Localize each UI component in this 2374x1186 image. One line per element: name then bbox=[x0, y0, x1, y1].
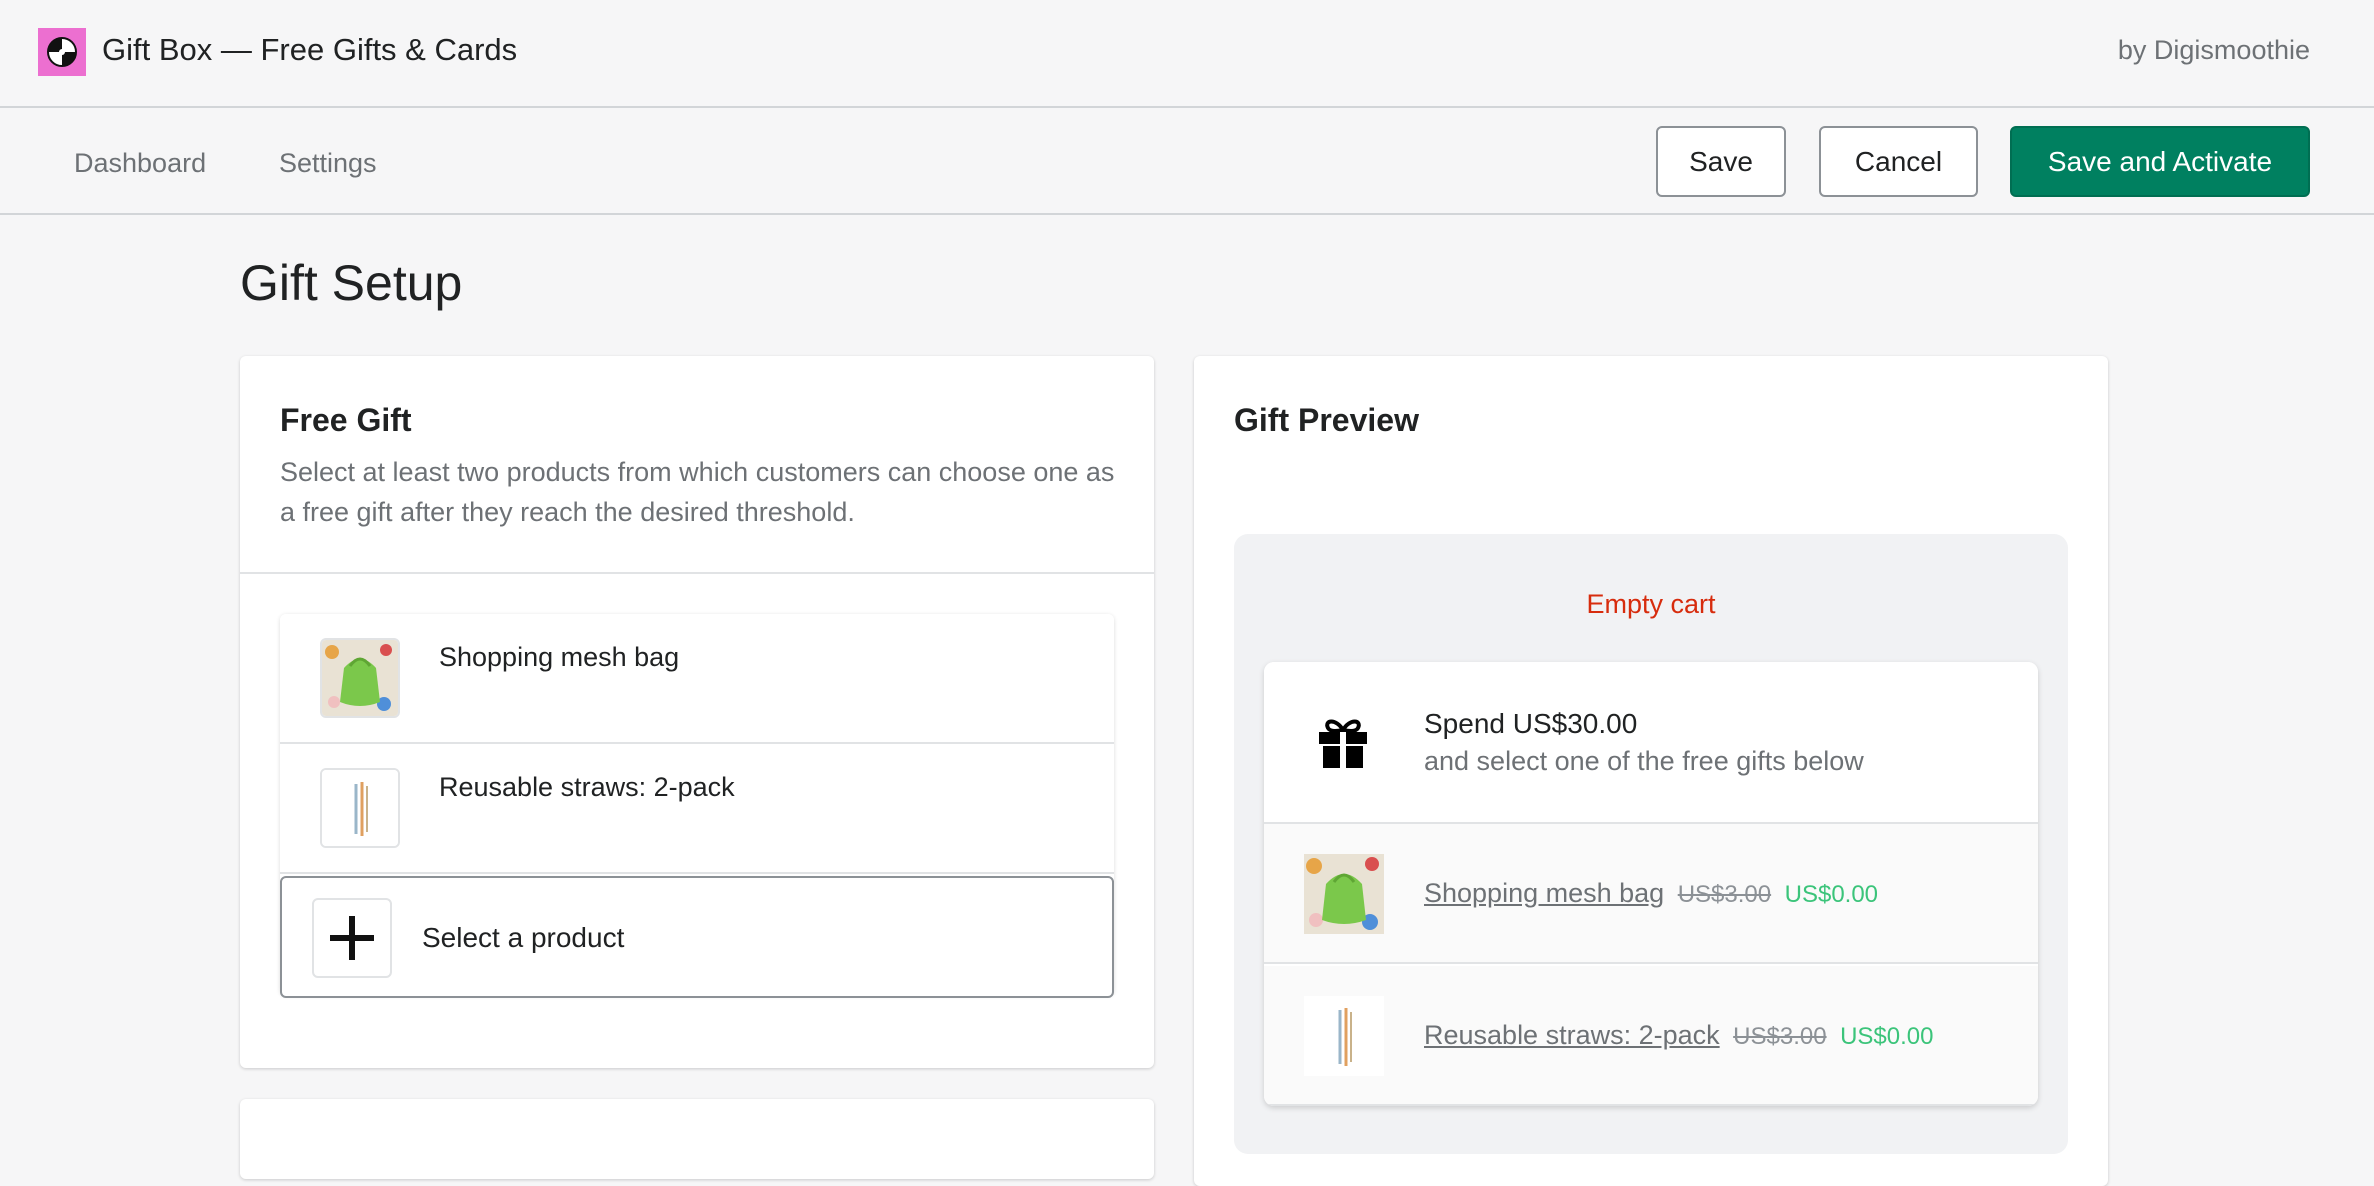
gift-widget-header: Spend US$30.00 and select one of the fre… bbox=[1264, 662, 2038, 824]
product-name: Shopping mesh bag bbox=[439, 642, 680, 672]
gift-preview-card: Gift Preview Empty cart Spend US$30.00 a… bbox=[1194, 356, 2108, 1186]
gift-widget: Spend US$30.00 and select one of the fre… bbox=[1264, 662, 2038, 1106]
app-title: Gift Box — Free Gifts & Cards bbox=[102, 32, 518, 67]
divider bbox=[240, 572, 1154, 574]
product-row[interactable]: Reusable straws: 2-pack bbox=[280, 744, 1114, 874]
straws-thumbnail bbox=[320, 768, 400, 848]
gift-option-old-price: US$3.00 bbox=[1677, 881, 1772, 908]
nav-dashboard-link[interactable]: Dashboard bbox=[74, 148, 206, 179]
page-title: Gift Setup bbox=[240, 255, 463, 311]
gift-box-logo-icon bbox=[38, 28, 86, 76]
plus-icon bbox=[312, 898, 392, 978]
product-row[interactable]: Shopping mesh bag bbox=[280, 614, 1114, 744]
gift-option-line: Shopping mesh bag US$3.00 US$0.00 bbox=[1424, 878, 1878, 909]
gift-option-row[interactable]: Reusable straws: 2-pack US$3.00 US$0.00 bbox=[1264, 966, 2038, 1106]
spend-subtext: and select one of the free gifts below bbox=[1424, 746, 1864, 776]
gift-icon bbox=[1316, 716, 1370, 775]
free-gift-card: Free Gift Select at least two products f… bbox=[240, 356, 1154, 1068]
save-button[interactable]: Save bbox=[1656, 126, 1786, 197]
gift-option-old-price: US$3.00 bbox=[1733, 1023, 1827, 1050]
product-name: Reusable straws: 2-pack bbox=[439, 772, 735, 802]
select-product-label: Select a product bbox=[422, 922, 625, 953]
cancel-button[interactable]: Cancel bbox=[1819, 126, 1978, 197]
navigation-bar: Dashboard Settings Save Cancel Save and … bbox=[0, 108, 2374, 215]
gift-option-name[interactable]: Shopping mesh bag bbox=[1424, 878, 1664, 908]
spend-threshold-text: Spend US$30.00 bbox=[1424, 708, 1638, 739]
gift-option-line: Reusable straws: 2-pack US$3.00 US$0.00 bbox=[1424, 1020, 1933, 1051]
app-author: by Digismoothie bbox=[2117, 35, 2310, 65]
straws-thumbnail bbox=[1304, 996, 1384, 1076]
nav-settings-link[interactable]: Settings bbox=[279, 148, 377, 179]
next-card bbox=[240, 1099, 1154, 1179]
preview-area: Empty cart Spend US$30.00 and select one… bbox=[1234, 534, 2068, 1154]
free-gift-description: Select at least two products from which … bbox=[280, 457, 1115, 527]
gift-option-new-price: US$0.00 bbox=[1784, 881, 1879, 908]
empty-cart-label: Empty cart bbox=[1586, 589, 1716, 619]
app-header: Gift Box — Free Gifts & Cards by Digismo… bbox=[0, 0, 2374, 108]
mesh-bag-thumbnail bbox=[320, 638, 400, 718]
gift-option-row[interactable]: Shopping mesh bag US$3.00 US$0.00 bbox=[1264, 824, 2038, 964]
select-product-button[interactable]: Select a product bbox=[280, 876, 1114, 998]
gift-preview-title: Gift Preview bbox=[1234, 402, 1419, 438]
save-and-activate-button[interactable]: Save and Activate bbox=[2010, 126, 2310, 197]
product-list: Shopping mesh bag Reusable straws: 2-pac… bbox=[280, 614, 1114, 998]
mesh-bag-thumbnail bbox=[1304, 854, 1384, 934]
gift-option-name[interactable]: Reusable straws: 2-pack bbox=[1424, 1020, 1720, 1050]
gift-option-new-price: US$0.00 bbox=[1840, 1023, 1934, 1050]
free-gift-title: Free Gift bbox=[280, 402, 412, 438]
